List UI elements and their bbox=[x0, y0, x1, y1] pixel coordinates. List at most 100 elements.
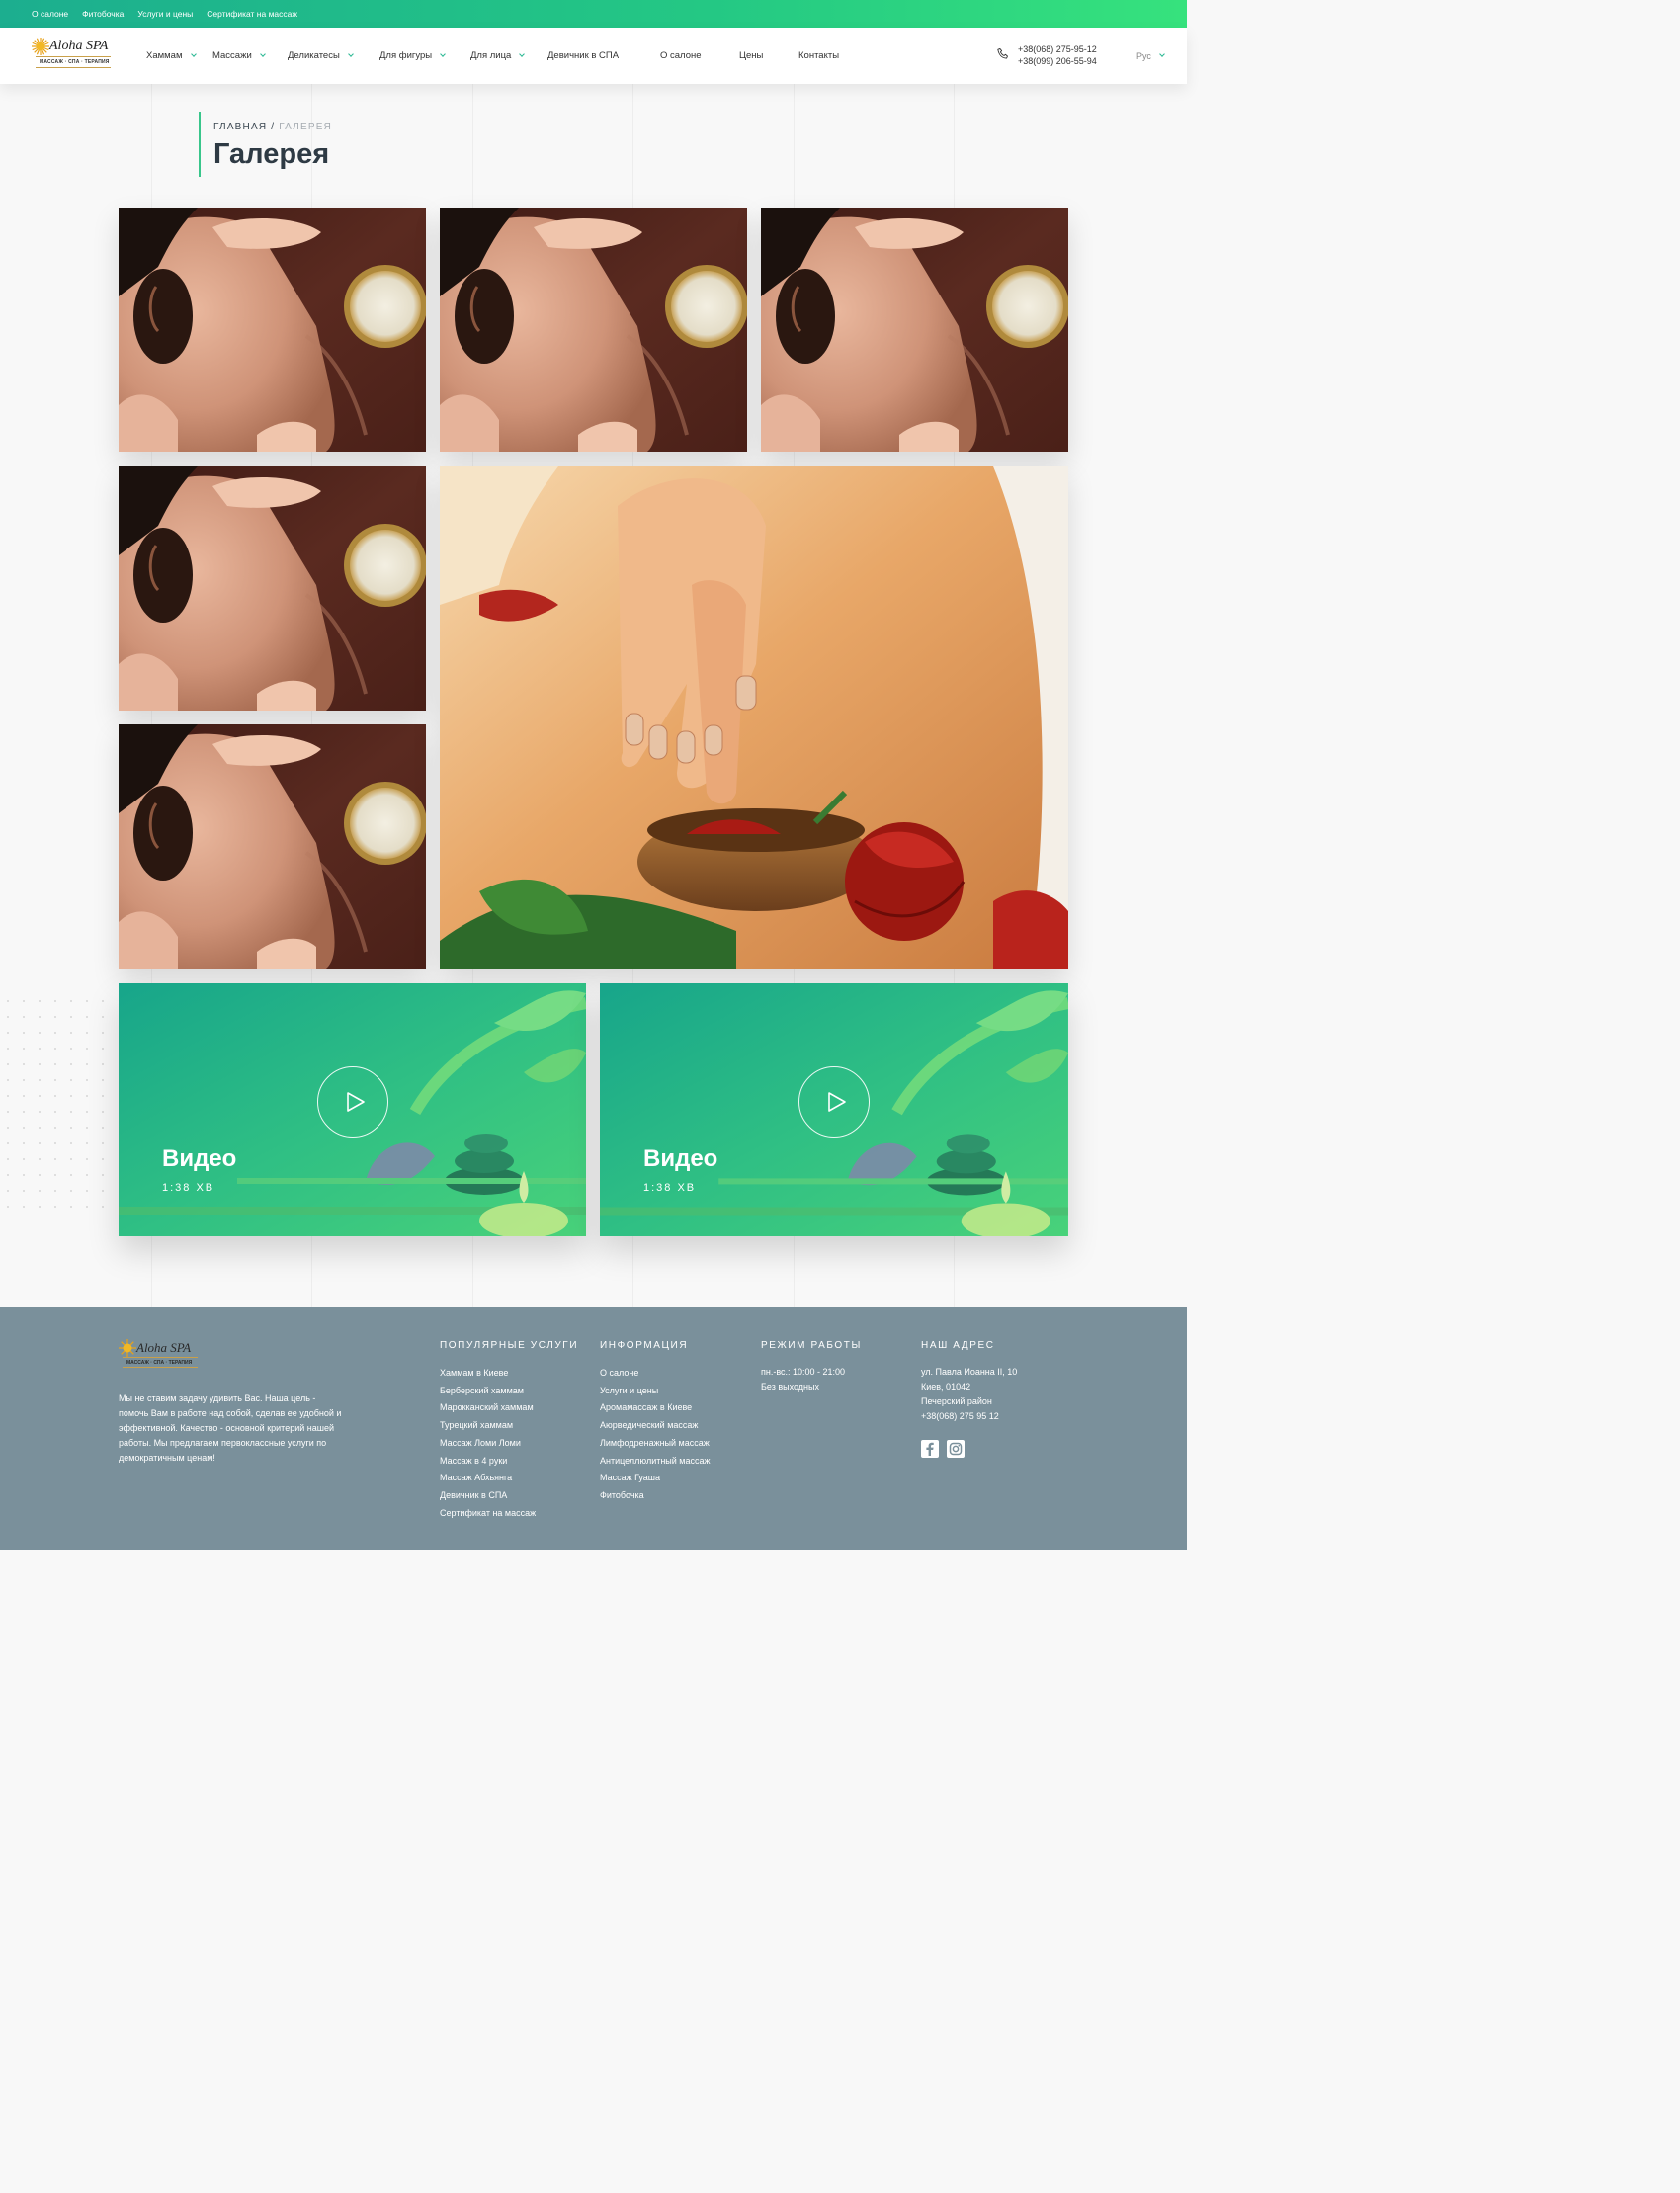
gallery-photo-large[interactable] bbox=[440, 466, 1068, 969]
rose-massage-image bbox=[440, 466, 1068, 969]
footer-link[interactable]: Сертификат на массаж bbox=[440, 1505, 578, 1523]
nav-item-massages[interactable]: Массажи bbox=[212, 28, 266, 84]
gallery-photo[interactable] bbox=[440, 208, 747, 452]
topbar-link-phytobarrel[interactable]: Фитобочка bbox=[82, 9, 124, 19]
footer-link[interactable]: Фитобочка bbox=[600, 1487, 711, 1505]
hours-line: пн.-вс.: 10:00 - 21:00 bbox=[761, 1367, 846, 1377]
main-header: Aloha SPA МАССАЖ · СПА · ТЕРАПИЯ Хаммам … bbox=[0, 28, 1187, 84]
topbar-link-about[interactable]: О салоне bbox=[32, 9, 68, 19]
phone-number-2[interactable]: +38(099) 206-55-94 bbox=[1018, 55, 1097, 67]
massage-photo-image bbox=[119, 466, 426, 711]
footer-link[interactable]: Услуги и цены bbox=[600, 1383, 711, 1400]
footer-link[interactable]: О салоне bbox=[600, 1365, 711, 1383]
footer-link[interactable]: Массаж Гуаша bbox=[600, 1470, 711, 1487]
instagram-icon[interactable] bbox=[947, 1440, 965, 1458]
footer-logo-tagline: МАССАЖ · СПА · ТЕРАПИЯ bbox=[126, 1360, 193, 1366]
gallery-photo[interactable] bbox=[119, 208, 426, 452]
top-bar: О салоне Фитобочка Услуги и цены Сертифи… bbox=[0, 0, 1187, 28]
play-button[interactable] bbox=[317, 1066, 388, 1138]
footer-link[interactable]: Массаж в 4 руки bbox=[440, 1453, 578, 1471]
massage-photo-image bbox=[119, 724, 426, 969]
play-button[interactable] bbox=[798, 1066, 870, 1138]
language-selector[interactable]: Рус bbox=[1136, 28, 1165, 84]
gallery-photo[interactable] bbox=[119, 724, 426, 969]
nav-item-delicacies[interactable]: Деликатесы bbox=[288, 28, 354, 84]
footer-address: НАШ АДРЕС ул. Павла Иоанна II, 10 Киев, … bbox=[921, 1340, 1017, 1424]
chevron-down-icon bbox=[519, 51, 526, 57]
logo-brand: Aloha SPA bbox=[49, 39, 109, 53]
phone-icon bbox=[997, 47, 1008, 59]
chevron-down-icon bbox=[1159, 51, 1165, 57]
nav-item-contacts[interactable]: Контакты bbox=[798, 28, 839, 84]
nav-item-body[interactable]: Для фигуры bbox=[379, 28, 446, 84]
decorative-dot-pattern bbox=[0, 993, 109, 1221]
video-card[interactable]: Видео 1:38 ХВ bbox=[119, 983, 586, 1236]
breadcrumb: ГЛАВНАЯ / ГАЛЕРЕЯ bbox=[213, 122, 332, 132]
nav-item-prices[interactable]: Цены bbox=[739, 28, 763, 84]
sun-logo-icon bbox=[32, 38, 49, 55]
footer-link[interactable]: Массаж Ломи Ломи bbox=[440, 1435, 578, 1453]
nav-item-hammam[interactable]: Хаммам bbox=[146, 28, 197, 84]
footer-link[interactable]: Антицеллюлитный массаж bbox=[600, 1453, 711, 1471]
logo[interactable]: Aloha SPA МАССАЖ · СПА · ТЕРАПИЯ bbox=[32, 36, 113, 75]
nav-item-about[interactable]: О салоне bbox=[660, 28, 702, 84]
footer-link[interactable]: Аромамассаж в Киеве bbox=[600, 1399, 711, 1417]
gallery-photo[interactable] bbox=[761, 208, 1068, 452]
video-duration: 1:38 ХВ bbox=[162, 1182, 215, 1194]
nav-label: Массажи bbox=[212, 50, 252, 61]
logo-tagline: МАССАЖ · СПА · ТЕРАПИЯ bbox=[40, 59, 110, 65]
facebook-icon[interactable] bbox=[921, 1440, 939, 1458]
page-heading: ГЛАВНАЯ / ГАЛЕРЕЯ Галерея bbox=[199, 112, 332, 177]
address-line: ул. Павла Иоанна II, 10 bbox=[921, 1367, 1018, 1377]
footer-link[interactable]: Массаж Абхьянга bbox=[440, 1470, 578, 1487]
page-title: Галерея bbox=[213, 138, 330, 170]
footer-phone[interactable]: +38(068) 275 95 12 bbox=[921, 1409, 1017, 1424]
topbar-link-services[interactable]: Услуги и цены bbox=[137, 9, 193, 19]
nav-label: Для лица bbox=[470, 50, 512, 61]
footer-heading: РЕЖИМ РАБОТЫ bbox=[761, 1340, 862, 1351]
nav-label: Девичник в СПА bbox=[547, 50, 620, 61]
video-duration: 1:38 ХВ bbox=[643, 1182, 697, 1194]
video-card[interactable]: Видео 1:38 ХВ bbox=[600, 983, 1068, 1236]
massage-photo-image bbox=[440, 208, 747, 452]
footer-information: ИНФОРМАЦИЯ О салоне Услуги и цены Аромам… bbox=[600, 1340, 711, 1505]
social-links bbox=[921, 1440, 965, 1458]
sun-logo-icon bbox=[119, 1339, 136, 1357]
breadcrumb-separator: / bbox=[271, 122, 276, 132]
footer-link[interactable]: Турецкий хаммам bbox=[440, 1417, 578, 1435]
chevron-down-icon bbox=[259, 51, 266, 57]
massage-photo-image bbox=[119, 208, 426, 452]
footer-hours: РЕЖИМ РАБОТЫ пн.-вс.: 10:00 - 21:00 Без … bbox=[761, 1340, 862, 1394]
language-label: Рус bbox=[1136, 50, 1151, 61]
footer-link[interactable]: Берберский хаммам bbox=[440, 1383, 578, 1400]
phone-number-1[interactable]: +38(068) 275-95-12 bbox=[1018, 43, 1097, 55]
gallery-photo[interactable] bbox=[119, 466, 426, 711]
hours-line: Без выходных bbox=[761, 1382, 819, 1392]
massage-photo-image bbox=[761, 208, 1068, 452]
logo-line bbox=[123, 1367, 198, 1368]
video-title: Видео bbox=[643, 1145, 718, 1172]
footer: Aloha SPA МАССАЖ · СПА · ТЕРАПИЯ Мы не с… bbox=[0, 1307, 1187, 1550]
logo-line bbox=[123, 1357, 198, 1358]
footer-link[interactable]: Лимфодренажный массаж bbox=[600, 1435, 711, 1453]
footer-heading: ПОПУЛЯРНЫЕ УСЛУГИ bbox=[440, 1340, 579, 1351]
chevron-down-icon bbox=[347, 51, 354, 57]
video-title: Видео bbox=[162, 1145, 237, 1172]
address-line: Печерский район bbox=[921, 1396, 992, 1406]
logo-line bbox=[36, 56, 111, 57]
breadcrumb-current: ГАЛЕРЕЯ bbox=[279, 122, 333, 132]
nav-item-face[interactable]: Для лица bbox=[470, 28, 526, 84]
play-icon bbox=[828, 1092, 846, 1112]
footer-link[interactable]: Аюрведический массаж bbox=[600, 1417, 711, 1435]
chevron-down-icon bbox=[440, 51, 446, 57]
footer-link[interactable]: Хаммам в Киеве bbox=[440, 1365, 578, 1383]
header-phones[interactable]: +38(068) 275-95-12 +38(099) 206-55-94 bbox=[996, 43, 1097, 67]
breadcrumb-home[interactable]: ГЛАВНАЯ bbox=[213, 122, 267, 132]
nav-label: Хаммам bbox=[146, 50, 183, 61]
footer-heading: ИНФОРМАЦИЯ bbox=[600, 1340, 689, 1351]
footer-logo[interactable]: Aloha SPA МАССАЖ · СПА · ТЕРАПИЯ bbox=[119, 1337, 200, 1373]
topbar-link-certificate[interactable]: Сертификат на массаж bbox=[207, 9, 297, 19]
footer-link[interactable]: Марокканский хаммам bbox=[440, 1399, 578, 1417]
nav-item-bachelorette[interactable]: Девичник в СПА bbox=[547, 28, 619, 84]
footer-link[interactable]: Девичник в СПА bbox=[440, 1487, 578, 1505]
